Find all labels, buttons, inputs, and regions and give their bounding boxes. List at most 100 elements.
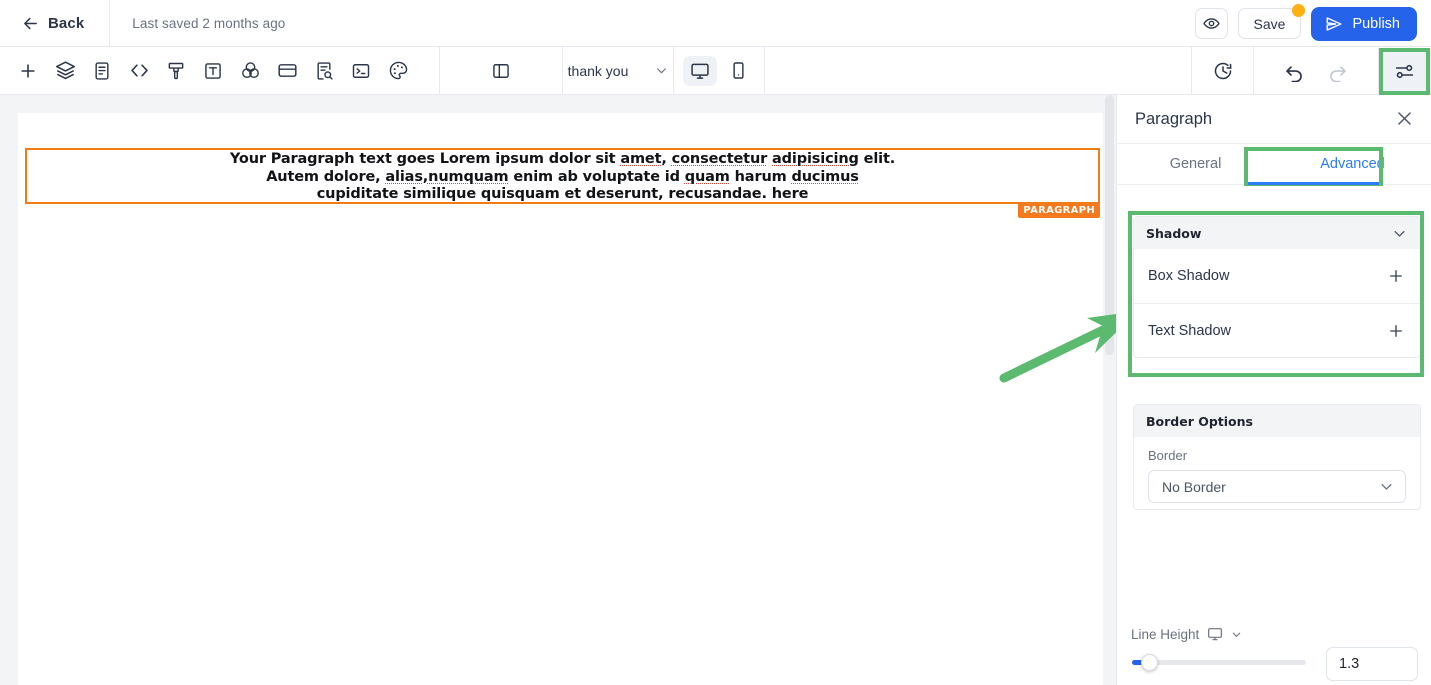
palette-icon[interactable] [386,59,410,83]
border-select-value: No Border [1162,478,1226,495]
shadow-section-title: Shadow [1146,225,1202,241]
line-height-label-row: Line Height [1131,626,1242,642]
sidebar-split-toggle[interactable] [440,47,562,95]
topbar-actions: Save Publish [1194,0,1417,47]
border-options-section: Border Options Border No Border [1133,404,1421,510]
back-label: Back [48,14,85,32]
add-icon[interactable] [16,59,40,83]
chevron-down-icon [1379,479,1394,494]
paragraph-line-2-f: ducimus [791,168,859,185]
canvas-scrollbar-thumb[interactable] [1105,95,1114,355]
line-height-slider-track[interactable] [1132,660,1306,665]
save-label: Save [1253,15,1286,32]
element-settings-button[interactable] [1379,47,1430,95]
line-height-label: Line Height [1131,626,1200,642]
pages-icon[interactable] [90,59,114,83]
page-selector[interactable]: thank you [563,47,673,95]
preview-button[interactable] [1194,8,1228,39]
unsaved-changes-dot [1292,4,1306,17]
line-height-value: 1.3 [1339,656,1360,672]
desktop-icon [690,61,710,81]
toolbar-right-group [1191,47,1431,95]
text-shadow-row[interactable]: Text Shadow [1134,303,1420,357]
desktop-icon[interactable] [1207,626,1223,642]
paragraph-line-1-b: amet [620,151,662,167]
send-icon [1325,15,1343,33]
arrow-left-icon [22,15,39,32]
panel-body: Shadow Box Shadow Text Shadow Border Opt… [1117,186,1431,685]
card-icon[interactable] [275,59,299,83]
chevron-down-icon[interactable] [1231,629,1242,640]
paragraph-line-2-b: alias,numquam [385,168,509,185]
seo-icon[interactable] [312,59,336,83]
chevron-down-icon [655,64,668,77]
box-shadow-row[interactable]: Box Shadow [1134,249,1420,303]
shadow-section-header[interactable]: Shadow [1134,217,1420,249]
line-height-slider-thumb[interactable] [1141,654,1158,671]
advanced-tab-underline [1248,182,1379,185]
element-type-badge: PARAGRAPH [1018,203,1100,218]
shadow-section: Shadow Box Shadow Text Shadow [1133,216,1421,358]
close-icon[interactable] [1395,109,1415,129]
editor-toolbar: thank you [0,46,1431,95]
selected-paragraph-element[interactable]: Your Paragraph text goes Lorem ipsum dol… [25,148,1100,218]
line-height-input[interactable]: 1.3 [1326,647,1418,681]
back-button[interactable]: Back [16,11,90,36]
typography-icon[interactable] [201,59,225,83]
device-desktop-button[interactable] [683,55,717,86]
save-button[interactable]: Save [1237,4,1306,39]
paragraph-line-2-d: quam [684,168,730,185]
paragraph-line-1-f: adipisicing [772,151,859,167]
topbar-divider [109,0,111,47]
border-options-title: Border Options [1146,413,1253,429]
sliders-icon [1394,61,1415,82]
undo-icon[interactable] [1284,61,1305,82]
paragraph-line-2-e: harum [729,168,792,185]
paragraph-line-1-c: , [661,151,672,167]
publish-button[interactable]: Publish [1311,6,1417,41]
tab-general[interactable]: General [1117,144,1274,184]
box-shadow-label: Box Shadow [1148,268,1230,284]
redo-icon[interactable] [1327,61,1348,82]
publish-label: Publish [1352,15,1400,32]
paragraph-line-1-a: Your Paragraph text goes Lorem ipsum dol… [229,151,621,167]
border-options-header: Border Options [1134,405,1420,437]
toolbar-icon-group [16,59,410,83]
chevron-down-icon[interactable] [1392,226,1407,241]
history-icon [1213,61,1233,81]
editor-workspace: Your Paragraph text goes Lorem ipsum dol… [0,95,1116,685]
border-select[interactable]: No Border [1148,470,1406,503]
color-blend-icon[interactable] [238,59,262,83]
paragraph-line-2-a: Autem dolore, [266,168,386,185]
sidebar-split-icon [491,61,511,81]
panel-tabs: General Advanced [1117,143,1431,185]
panel-header: Paragraph [1117,95,1431,143]
paragraph-line-3: cupiditate similique quisquam et deserun… [316,186,809,202]
device-preview-group [674,47,764,95]
page-name-label: thank you [567,62,629,79]
toolbar-divider-4 [764,46,765,95]
canvas-scrollbar[interactable] [1103,95,1116,685]
undo-redo-group [1254,47,1378,95]
border-field-label: Border [1148,448,1188,463]
code-icon[interactable] [127,59,151,83]
top-bar: Back Last saved 2 months ago Save Publis… [0,0,1431,47]
mobile-icon [729,61,748,80]
layers-icon[interactable] [53,59,77,83]
page-canvas[interactable]: Your Paragraph text goes Lorem ipsum dol… [18,113,1103,685]
tab-advanced[interactable]: Advanced [1274,144,1431,184]
last-saved-status: Last saved 2 months ago [132,15,286,31]
paragraph-line-1-d: consectetur [671,151,768,167]
terminal-icon[interactable] [349,59,373,83]
history-button[interactable] [1192,47,1253,95]
brush-icon[interactable] [164,59,188,83]
plus-icon[interactable] [1387,322,1405,340]
plus-icon[interactable] [1387,267,1405,285]
text-shadow-label: Text Shadow [1148,322,1232,339]
panel-title: Paragraph [1135,109,1213,128]
device-mobile-button[interactable] [721,56,755,86]
paragraph-line-1-g: elit. [858,151,896,167]
paragraph-line-2-c: enim ab voluptate id [508,168,685,185]
paragraph-text: Your Paragraph text goes Lorem ipsum dol… [27,150,1098,204]
eye-icon [1202,15,1220,32]
